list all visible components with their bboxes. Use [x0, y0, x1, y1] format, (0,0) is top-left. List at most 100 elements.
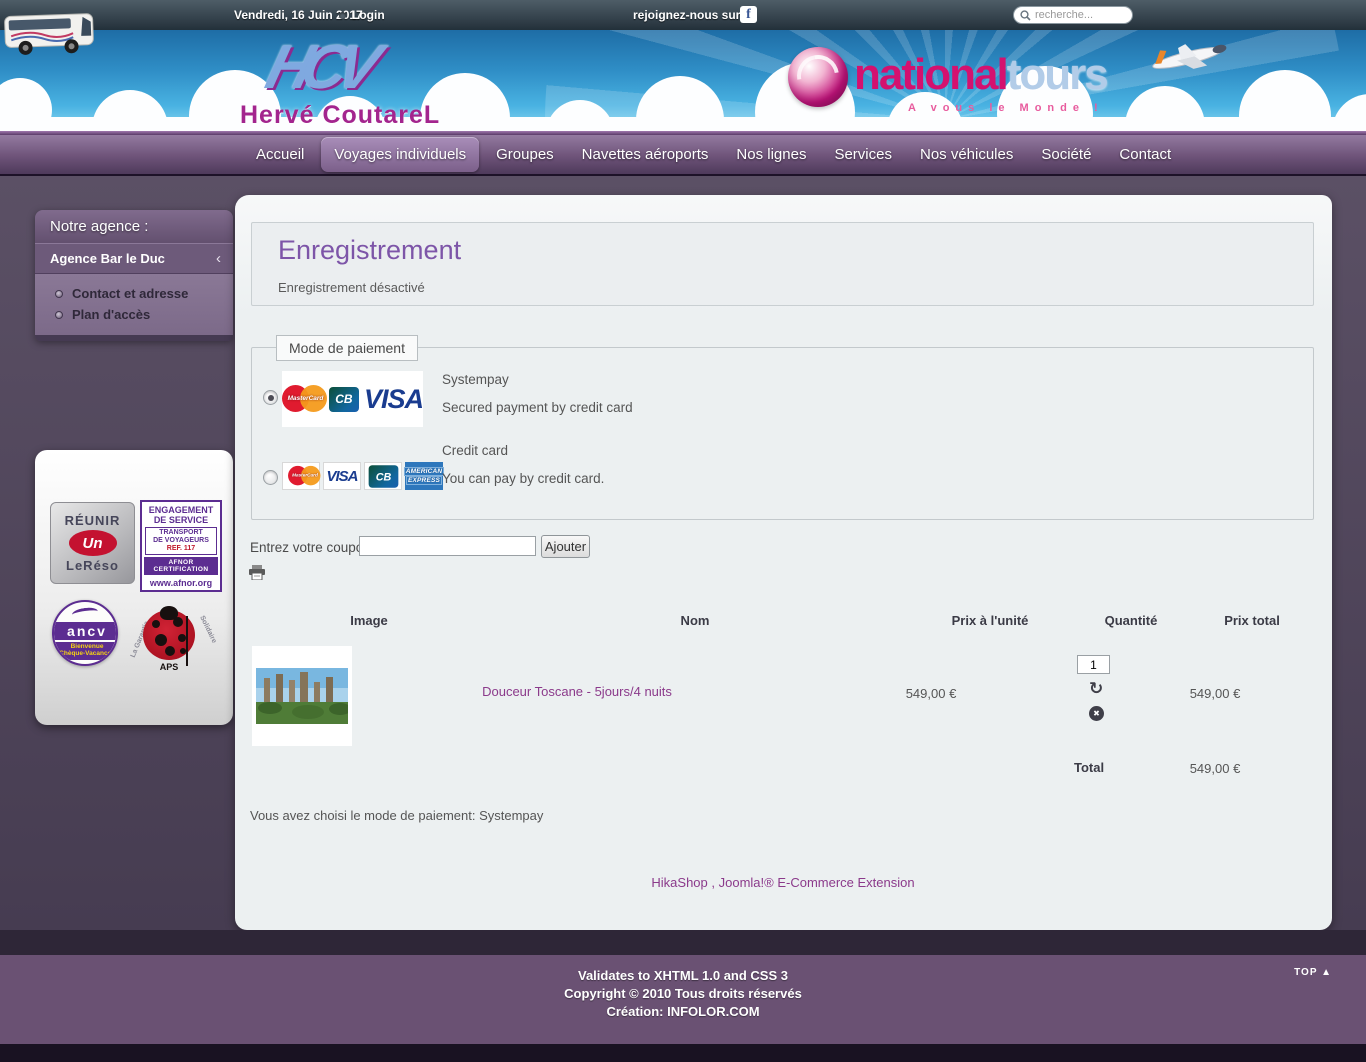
- globe-icon: [788, 47, 848, 107]
- ancv-sub2: Chèque-Vacances: [59, 650, 115, 657]
- credit-separator: ,: [707, 875, 719, 890]
- cb-label: CB: [375, 469, 391, 483]
- reunir-oval-icon: Un: [68, 530, 117, 556]
- brand-tagline: A vous le Monde !: [908, 102, 1104, 114]
- afnor-title: DE SERVICE: [153, 515, 209, 525]
- nav-item-societe[interactable]: Société: [1030, 139, 1102, 170]
- hikashop-link[interactable]: HikaShop: [651, 875, 707, 890]
- hcv-logo: HCV Hervé CoutareL: [240, 32, 520, 130]
- sidebar-link-label: Contact et adresse: [72, 286, 189, 301]
- col-header-image: Image: [350, 613, 388, 628]
- mastercard-icon: MasterCard: [282, 462, 321, 490]
- ladybug-icon: [143, 606, 195, 666]
- footer-validates: Validates to XHTML 1.0 and CSS 3: [578, 968, 788, 983]
- nav-item-voyages-individuels[interactable]: Voyages individuels: [321, 137, 480, 172]
- sidebar-item-contact-et-adresse[interactable]: Contact et adresse: [35, 283, 233, 304]
- chevron-left-icon: ‹: [216, 250, 221, 267]
- reunir-lereso-logo: RÉUNIR Un LeRéso: [50, 502, 135, 584]
- nav-item-nos-vehicules[interactable]: Nos véhicules: [909, 139, 1024, 170]
- amex-line2: EXPRESS: [405, 476, 443, 485]
- payment-option-description: Secured payment by credit card: [442, 400, 633, 415]
- visa-icon: VISA: [323, 462, 361, 490]
- certification-badges: RÉUNIR Un LeRéso ENGAGEMENT DE SERVICE T…: [35, 450, 233, 725]
- product-name-link[interactable]: Douceur Toscane - 5jours/4 nuits: [482, 684, 672, 699]
- col-header-prix-unite: Prix à l'unité: [951, 613, 1029, 628]
- lereso-label: LeRéso: [66, 558, 119, 573]
- agency-submenu: Contact et adresse Plan d'accès: [35, 274, 233, 341]
- mastercard-label: MasterCard: [292, 473, 318, 479]
- brand-national: national: [854, 50, 1009, 99]
- joomla-link[interactable]: Joomla!® E-Commerce Extension: [719, 875, 915, 890]
- top-label: TOP: [1294, 967, 1318, 978]
- col-header-nom: Nom: [680, 613, 710, 628]
- cb-label: CB: [335, 392, 353, 406]
- search-input[interactable]: [1035, 9, 1125, 21]
- facebook-f-glyph: f: [746, 6, 751, 22]
- bullet-icon: [55, 310, 63, 319]
- registration-status: Enregistrement désactivé: [278, 280, 425, 295]
- product-image[interactable]: [252, 646, 352, 746]
- payment-fieldset: Mode de paiement MasterCard CB VISA Syst…: [251, 335, 1314, 520]
- payment-option-name: Systempay: [442, 372, 509, 387]
- sidebar-link-label: Plan d'accès: [72, 307, 151, 322]
- social-label: rejoignez-nous sur: [633, 8, 741, 22]
- facebook-icon[interactable]: f: [740, 6, 757, 23]
- agency-label: Agence Bar le Duc: [50, 251, 165, 266]
- coupon-input[interactable]: [359, 536, 536, 556]
- login-link[interactable]: Login: [352, 8, 385, 22]
- page-body: Notre agence : Agence Bar le Duc ‹ Conta…: [0, 176, 1366, 930]
- cloud-band: [0, 117, 1366, 131]
- radio-systempay[interactable]: [263, 390, 278, 405]
- delete-item-icon[interactable]: ✖: [1089, 706, 1104, 721]
- registration-panel: Enregistrement Enregistrement désactivé: [251, 222, 1314, 306]
- nav-item-nos-lignes[interactable]: Nos lignes: [725, 139, 817, 170]
- page: Vendredi, 16 Juin 2017 Login rejoignez-n…: [0, 0, 1366, 1062]
- nav-item-groupes[interactable]: Groupes: [485, 139, 565, 170]
- cb-icon: CB: [328, 386, 359, 412]
- sidebar-item-agence-bar-le-duc[interactable]: Agence Bar le Duc ‹: [35, 243, 233, 274]
- systempay-cards-image: MasterCard CB VISA: [282, 371, 424, 427]
- quantity-input[interactable]: [1077, 655, 1110, 674]
- chosen-payment-text: Vous avez choisi le mode de paiement: Sy…: [250, 808, 544, 823]
- sidebar-title: Notre agence :: [35, 210, 233, 243]
- nav-item-contact[interactable]: Contact: [1108, 139, 1182, 170]
- payment-legend: Mode de paiement: [276, 335, 418, 361]
- topbar: Vendredi, 16 Juin 2017 Login rejoignez-n…: [0, 0, 1366, 30]
- refresh-quantity-icon[interactable]: ↻: [1089, 680, 1103, 697]
- print-icon[interactable]: [249, 565, 265, 580]
- footer-copyright: Copyright © 2010 Tous droits réservés: [564, 986, 802, 1001]
- ancv-bird-icon: [71, 606, 99, 620]
- aps-logo: La Garantie Solidaire APS: [125, 602, 218, 680]
- hcv-name: Hervé CoutareL: [240, 101, 441, 129]
- afnor-certification: AFNOR CERTIFICATION: [144, 557, 218, 575]
- aps-solidaire-label: Solidaire: [198, 614, 218, 645]
- back-to-top-link[interactable]: TOP ▲: [1294, 967, 1332, 978]
- nav-item-accueil[interactable]: Accueil: [245, 139, 315, 170]
- mastercard-icon: MasterCard: [282, 384, 327, 414]
- tuscany-photo: [256, 668, 348, 724]
- nav-item-navettes-aeroports[interactable]: Navettes aéroports: [571, 139, 720, 170]
- ancv-logo: ancv Bienvenue Chèque-Vacances: [52, 600, 118, 666]
- afnor-transport-box: TRANSPORT DE VOYAGEURS REF. 117: [145, 527, 217, 555]
- afnor-ref: REF. 117: [166, 545, 196, 552]
- total-value: 549,00 €: [1189, 761, 1241, 776]
- afnor-voyageurs: DE VOYAGEURS: [153, 537, 209, 544]
- sidebar-item-plan-dacces[interactable]: Plan d'accès: [35, 304, 233, 325]
- hcv-acronym: HCV: [259, 33, 378, 102]
- footer-top-strip: [0, 930, 1366, 955]
- reunir-un: Un: [82, 534, 103, 552]
- footer-bottom-strip: [0, 1044, 1366, 1062]
- nav-item-services[interactable]: Services: [823, 139, 903, 170]
- add-coupon-button[interactable]: Ajouter: [541, 535, 590, 558]
- bus-image: [4, 13, 94, 55]
- afnor-url: www.afnor.org: [149, 578, 213, 588]
- ancv-label: ancv: [54, 622, 116, 640]
- payment-option-name: Credit card: [442, 443, 509, 458]
- radio-credit-card[interactable]: [263, 470, 278, 485]
- footer: Validates to XHTML 1.0 and CSS 3 Copyrig…: [0, 955, 1366, 1044]
- header-banner: HCV Hervé CoutareL nationaltours A vous …: [0, 30, 1366, 131]
- agency-menu: Notre agence : Agence Bar le Duc ‹ Conta…: [35, 210, 233, 341]
- main-navigation: Accueil Voyages individuels Groupes Nave…: [0, 135, 1366, 176]
- aps-label: APS: [159, 662, 179, 672]
- bullet-icon: [55, 289, 63, 298]
